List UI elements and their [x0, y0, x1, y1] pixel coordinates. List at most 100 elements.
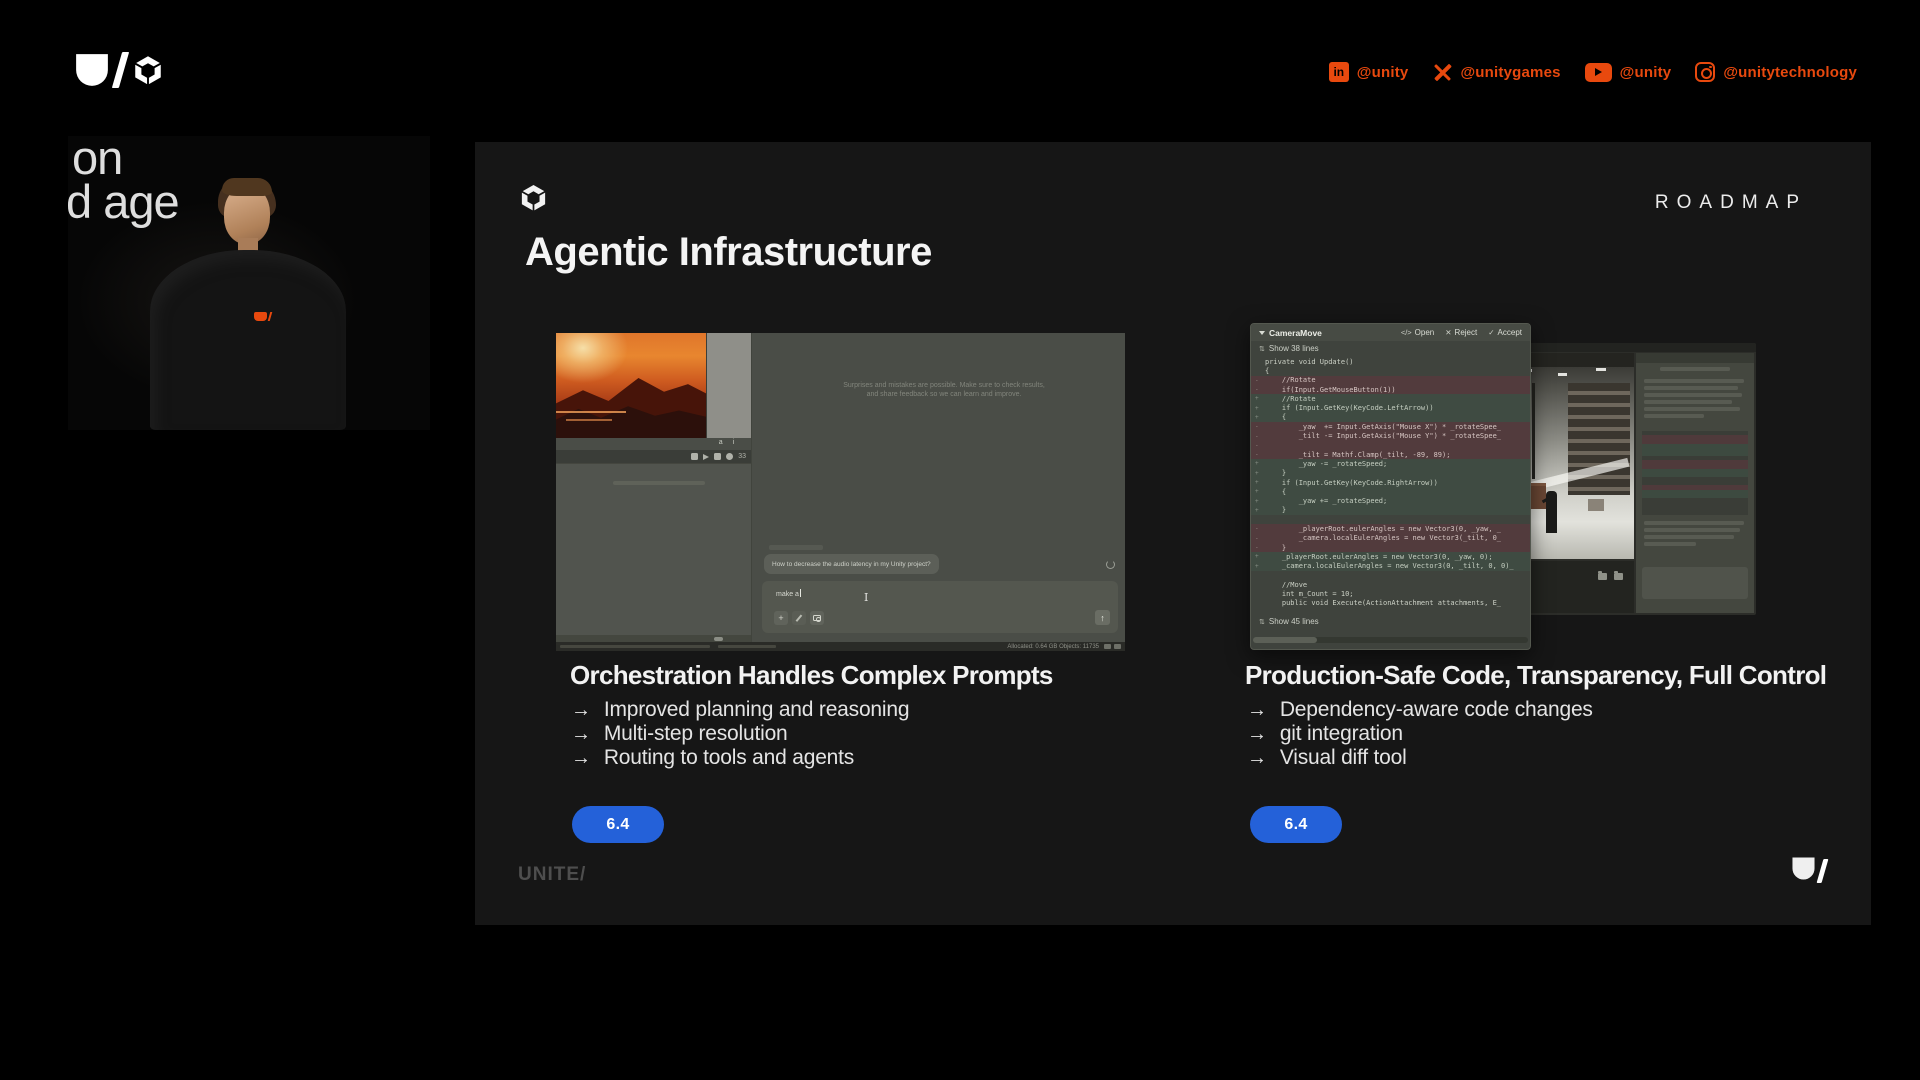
- unity-u-icon: [1791, 856, 1816, 886]
- code-text: int m_Count = 10;: [1265, 590, 1354, 598]
- play-icon[interactable]: [703, 454, 709, 460]
- open-button[interactable]: </>Open: [1401, 328, 1434, 337]
- collapse-chevron-icon[interactable]: [1259, 331, 1265, 335]
- diff-scrollbar[interactable]: [1253, 637, 1528, 643]
- hierarchy-panel: [556, 463, 751, 635]
- diff-gutter: +: [1251, 470, 1265, 477]
- water-streak: [556, 411, 626, 413]
- code-text: public void Execute(ActionAttachment att…: [1265, 599, 1501, 607]
- code-text: if (Input.GetKey(KeyCode.LeftArrow)): [1265, 404, 1434, 412]
- memory-status: Allocated: 0.64 GB Objects: 11735: [1007, 644, 1099, 650]
- unity-editor-window: [1512, 343, 1756, 615]
- left-bullet-list: → Improved planning and reasoning→Multi-s…: [571, 698, 909, 770]
- text-caret: [800, 589, 801, 597]
- diff-gutter: -: [1251, 544, 1265, 551]
- code-line: + _yaw += _rotateSpeed;: [1251, 496, 1530, 505]
- blurred-status-placeholder: [718, 645, 776, 649]
- arrow-icon: →: [1247, 699, 1267, 722]
- code-line: + _camera.localEulerAngles = new Vector3…: [1251, 562, 1530, 571]
- editor-status-bar: Allocated: 0.64 GB Objects: 11735: [556, 642, 1125, 651]
- diff-code-block: private void Update(){- //Rotate- if(Inp…: [1251, 357, 1530, 608]
- blurred-text-placeholder: [1644, 400, 1732, 404]
- add-attachment-button[interactable]: +: [774, 611, 788, 625]
- social-handle: @unitytechnology: [1723, 64, 1857, 81]
- diff-gutter: +: [1251, 507, 1265, 514]
- blurred-text-placeholder: [1644, 542, 1696, 546]
- arrow-icon: →: [571, 747, 591, 770]
- status-icon: [1104, 644, 1111, 649]
- horizontal-scrollbar[interactable]: [556, 635, 751, 642]
- code-line: {: [1251, 366, 1530, 375]
- code-line: + //Rotate: [1251, 394, 1530, 403]
- screenshot-button[interactable]: [810, 611, 824, 625]
- instagram-icon: [1695, 62, 1715, 82]
- refresh-icon[interactable]: [1106, 560, 1115, 569]
- blurred-status-placeholder: [560, 645, 710, 649]
- social-item[interactable]: @unitytechnology: [1695, 62, 1857, 82]
- social-item[interactable]: @unity: [1585, 63, 1672, 82]
- grid-icon[interactable]: [691, 453, 698, 460]
- arrow-icon: →: [1247, 723, 1267, 746]
- view-option-icons: a i: [706, 439, 751, 449]
- code-text: _tilt -= Input.GetAxis("Mouse Y") * _rot…: [1265, 432, 1501, 440]
- accept-button[interactable]: ✓Accept: [1488, 328, 1522, 337]
- diff-gutter: -: [1251, 386, 1265, 393]
- blurred-label-placeholder: [769, 545, 823, 550]
- assistant-panel-header: [1636, 353, 1754, 363]
- code-text: _tilt = Mathf.Clamp(_tilt, -89, 89);: [1265, 451, 1450, 459]
- blurred-text-placeholder: [1644, 535, 1734, 539]
- blurred-text-placeholder: [613, 481, 705, 485]
- inspector-strip: [706, 333, 751, 438]
- code-line: - if(Input.GetMouseButton(1)): [1251, 385, 1530, 394]
- show-lines-bottom[interactable]: ⇅Show 45 lines: [1259, 617, 1319, 626]
- roadmap-eyebrow: ROADMAP: [1655, 192, 1807, 214]
- bullet-item: →Multi-step resolution: [571, 722, 909, 746]
- assistant-side-panel: [1636, 353, 1754, 613]
- code-line: + {: [1251, 487, 1530, 496]
- expand-icon: ⇅: [1259, 618, 1265, 626]
- edit-button[interactable]: [792, 611, 806, 625]
- reject-button[interactable]: ✕Reject: [1445, 328, 1477, 337]
- assistant-input[interactable]: make a I + ↑: [762, 581, 1118, 633]
- code-text: _camera.localEulerAngles = new Vector3(0…: [1265, 562, 1514, 570]
- code-text: _playerRoot.eulerAngles = new Vector3(0,…: [1265, 525, 1501, 533]
- blurred-text-placeholder: [1644, 521, 1744, 525]
- code-line: //Move: [1251, 580, 1530, 589]
- bullet-item: →Dependency-aware code changes: [1247, 698, 1593, 722]
- diff-gutter: -: [1251, 442, 1265, 449]
- bullet-text: Improved planning and reasoning: [604, 698, 910, 722]
- show-lines-top[interactable]: ⇅Show 38 lines: [1259, 344, 1319, 353]
- bullet-item: →git integration: [1247, 722, 1593, 746]
- assistant-side-input[interactable]: [1642, 567, 1748, 599]
- ceiling: [1514, 353, 1634, 367]
- code-line: public void Execute(ActionAttachment att…: [1251, 599, 1530, 608]
- send-button[interactable]: ↑: [1095, 610, 1110, 625]
- diff-gutter: +: [1251, 553, 1265, 560]
- code-text: }: [1265, 544, 1286, 552]
- social-item[interactable]: @unitygames: [1432, 63, 1560, 81]
- diff-screenshot: CameraMove </>Open ✕Reject ✓Accept ⇅Show…: [1250, 323, 1756, 645]
- scrollbar-thumb[interactable]: [714, 637, 723, 641]
- pause-icon[interactable]: [714, 453, 721, 460]
- social-item[interactable]: in@unity: [1329, 62, 1409, 82]
- code-line: - _playerRoot.eulerAngles = new Vector3(…: [1251, 524, 1530, 533]
- info-icon[interactable]: [726, 453, 733, 460]
- speaker-tshirt: [150, 250, 346, 430]
- blurred-title-placeholder: [1660, 367, 1730, 371]
- stage: in@unity @unitygames @unity @unitytechnolog…: [0, 0, 1920, 1080]
- code-text: //Rotate: [1265, 376, 1316, 384]
- blurred-text-placeholder: [1644, 393, 1742, 397]
- scrollbar-thumb[interactable]: [1253, 637, 1317, 643]
- editor-bottom-panel: [1514, 561, 1634, 613]
- code-line: - //Rotate: [1251, 376, 1530, 385]
- user-prompt-bubble: How to decrease the audio latency in my …: [764, 554, 939, 574]
- left-column-heading: Orchestration Handles Complex Prompts: [570, 660, 1053, 691]
- right-bullet-list: →Dependency-aware code changes→git integ…: [1247, 698, 1593, 770]
- code-line: -: [1251, 441, 1530, 450]
- check-icon: ✓: [1488, 328, 1494, 337]
- blurred-text-placeholder: [1644, 386, 1738, 390]
- diff-gutter: +: [1251, 405, 1265, 412]
- bullet-item: →Routing to tools and agents: [571, 746, 909, 770]
- speaker-figure: [126, 170, 366, 430]
- blurred-text-placeholder: [1644, 379, 1744, 383]
